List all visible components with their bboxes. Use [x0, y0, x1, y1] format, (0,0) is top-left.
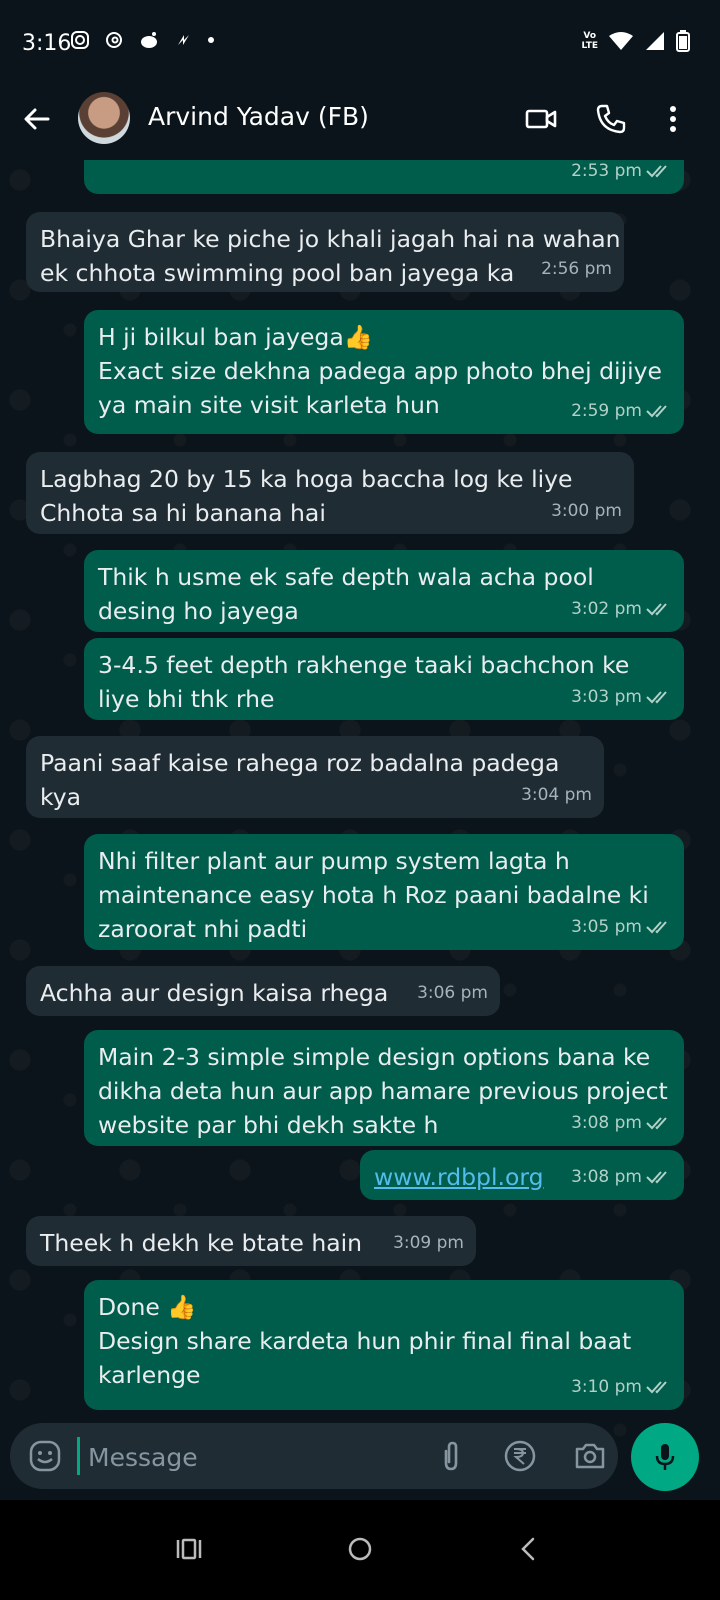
message-time: 2:59 pm — [571, 401, 642, 421]
message-time: 3:08 pm — [571, 1167, 642, 1187]
message-time: 3:10 pm — [571, 1377, 642, 1397]
phone-call-icon[interactable] — [594, 102, 628, 136]
message-text: Bhaiya Ghar ke piche jo khali jagah hai … — [40, 225, 621, 287]
message-bubble-incoming[interactable]: Achha aur design kaisa rhega 3:06 pm — [26, 966, 500, 1016]
video-call-icon[interactable] — [524, 102, 558, 136]
message-meta: 2:59 pm — [571, 394, 672, 428]
volte-label: Vo LTE — [581, 31, 598, 51]
read-ticks-icon — [646, 691, 667, 704]
message-text: Done 👍 Design share kardeta hun phir fin… — [98, 1293, 632, 1389]
message-bubble-incoming[interactable]: Paani saaf kaise rahega roz badalna pade… — [26, 736, 604, 818]
message-bubble-incoming[interactable]: Lagbhag 20 by 15 ka hoga baccha log ke l… — [26, 452, 634, 534]
message-bubble-outgoing[interactable]: www.rdbpl.org 3:08 pm — [360, 1150, 684, 1200]
more-options-icon[interactable] — [656, 102, 690, 136]
message-text: Achha aur design kaisa rhega — [40, 979, 389, 1007]
contact-name[interactable]: Arvind Yadav (FB) — [148, 102, 369, 131]
message-time: 3:09 pm — [393, 1233, 464, 1253]
read-ticks-icon — [646, 1171, 667, 1184]
avatar[interactable] — [78, 92, 130, 144]
message-bubble-outgoing[interactable]: 3-4.5 feet depth rakhenge taaki bachchon… — [84, 638, 684, 720]
message-time: 3:05 pm — [571, 917, 642, 937]
mic-button[interactable] — [631, 1423, 699, 1491]
message-meta: 3:08 pm — [571, 1106, 672, 1140]
message-meta: 3:10 pm — [571, 1370, 672, 1404]
message-bubble-outgoing[interactable]: Nhi filter plant aur pump system lagta h… — [84, 834, 684, 950]
chat-header: Arvind Yadav (FB) — [0, 88, 720, 160]
text-cursor — [77, 1437, 80, 1475]
message-bubble-incoming[interactable]: Theek h dekh ke btate hain 3:09 pm — [26, 1216, 476, 1266]
message-time: 2:53 pm — [571, 161, 642, 181]
notification-icons — [70, 30, 216, 50]
message-bubble-outgoing[interactable]: Main 2-3 simple simple design options ba… — [84, 1030, 684, 1146]
chat-area[interactable]: 2:53 pm Bhaiya Ghar ke piche jo khali ja… — [0, 160, 720, 1450]
read-ticks-icon — [646, 921, 667, 934]
read-ticks-icon — [646, 1117, 667, 1130]
status-bar: 3:16 Vo LTE — [0, 0, 720, 88]
emoji-icon[interactable] — [28, 1439, 62, 1473]
website-link[interactable]: www.rdbpl.org — [374, 1160, 544, 1194]
message-meta: 3:03 pm — [571, 680, 672, 714]
message-text: Lagbhag 20 by 15 ka hoga baccha log ke l… — [40, 465, 573, 527]
message-time: 3:02 pm — [571, 599, 642, 619]
message-meta: 2:53 pm — [571, 160, 672, 188]
message-meta: 2:56 pm — [541, 252, 612, 286]
message-time: 3:00 pm — [551, 501, 622, 521]
reddit-icon — [141, 32, 157, 48]
message-time: 3:06 pm — [417, 983, 488, 1003]
message-text: Theek h dekh ke btate hain — [40, 1229, 363, 1257]
system-status-icons: Vo LTE — [581, 30, 690, 52]
fanfight-icon — [178, 35, 189, 45]
instagram-icon — [71, 31, 89, 49]
recents-nav-icon[interactable] — [172, 1532, 206, 1566]
message-meta: 3:09 pm — [393, 1226, 464, 1260]
message-meta: 3:06 pm — [417, 976, 488, 1010]
back-nav-icon[interactable] — [512, 1532, 546, 1566]
message-time: 3:03 pm — [571, 687, 642, 707]
status-time: 3:16 — [22, 31, 72, 56]
message-meta: 3:02 pm — [571, 592, 672, 626]
message-bubble-incoming[interactable]: Bhaiya Ghar ke piche jo khali jagah hai … — [26, 212, 624, 292]
attach-icon[interactable] — [434, 1439, 468, 1473]
message-time: 2:56 pm — [541, 259, 612, 279]
message-text: Nhi filter plant aur pump system lagta h… — [98, 847, 649, 943]
message-bubble-outgoing[interactable]: Thik h usme ek safe depth wala acha pool… — [84, 550, 684, 632]
home-nav-icon[interactable] — [343, 1532, 377, 1566]
read-ticks-icon — [646, 603, 667, 616]
message-text: 3-4.5 feet depth rakhenge taaki bachchon… — [98, 651, 630, 713]
camera-icon[interactable] — [573, 1439, 607, 1473]
message-bubble-outgoing[interactable]: 2:53 pm — [84, 160, 684, 194]
message-text: Thik h usme ek safe depth wala acha pool… — [98, 563, 594, 625]
mic-icon — [655, 1444, 675, 1470]
system-nav-bar — [0, 1500, 720, 1600]
threads-icon — [106, 32, 122, 48]
back-arrow-icon[interactable] — [20, 102, 54, 136]
read-ticks-icon — [646, 405, 667, 418]
message-input[interactable] — [86, 1439, 420, 1475]
cell-signal-icon — [646, 32, 664, 50]
message-meta: 3:04 pm — [521, 778, 592, 812]
message-time: 3:08 pm — [571, 1113, 642, 1133]
battery-icon — [676, 30, 690, 52]
read-ticks-icon — [646, 1381, 667, 1394]
message-time: 3:04 pm — [521, 785, 592, 805]
message-bubble-outgoing[interactable]: H ji bilkul ban jayega👍 Exact size dekhn… — [84, 310, 684, 434]
rupee-payment-icon[interactable] — [503, 1439, 537, 1473]
message-bubble-outgoing[interactable]: Done 👍 Design share kardeta hun phir fin… — [84, 1280, 684, 1410]
dot-icon — [208, 37, 214, 43]
message-meta: 3:05 pm — [571, 910, 672, 944]
message-meta: 3:08 pm — [571, 1160, 672, 1194]
message-meta: 3:00 pm — [551, 494, 622, 528]
read-ticks-icon — [646, 165, 667, 178]
message-input-bar — [10, 1423, 618, 1489]
wifi-icon — [609, 32, 633, 50]
message-text: Paani saaf kaise rahega roz badalna pade… — [40, 749, 560, 811]
